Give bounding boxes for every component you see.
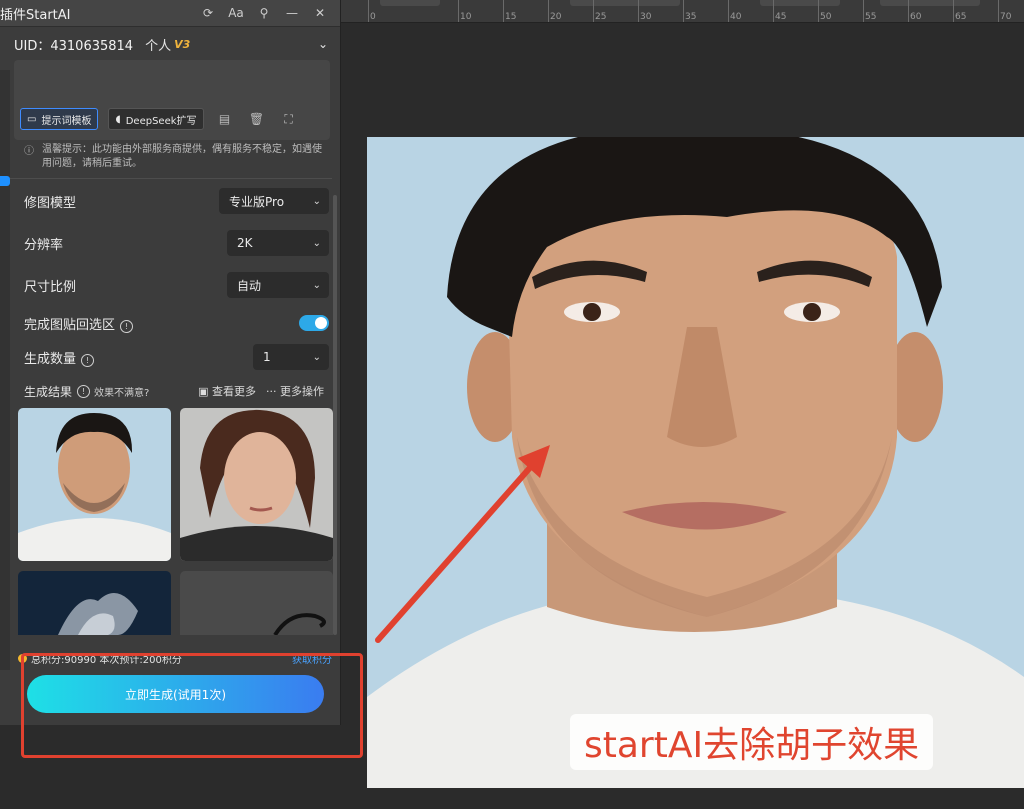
- model-select[interactable]: 专业版Pro ⌄: [219, 188, 329, 214]
- side-rail-indicator: [0, 176, 10, 186]
- result-thumbnail[interactable]: [180, 571, 333, 635]
- chevron-down-icon[interactable]: ⌄: [318, 37, 328, 51]
- count-select[interactable]: 1 ⌄: [253, 344, 329, 370]
- side-rail: [0, 70, 10, 670]
- whale-icon: ◖: [115, 113, 121, 125]
- info-icon[interactable]: !: [77, 384, 91, 398]
- uid-text: UID：4310635814: [14, 38, 134, 54]
- resolution-row: 分辨率 2K ⌄: [24, 229, 329, 257]
- pin-icon[interactable]: ⚲: [250, 6, 278, 20]
- view-more-button[interactable]: ▣ 查看更多: [198, 383, 256, 399]
- unsatisfied-link[interactable]: 效果不满意?: [94, 384, 149, 399]
- paste-back-label: 完成图贴回选区!: [24, 314, 299, 333]
- result-thumbnail[interactable]: [18, 408, 171, 561]
- chevron-down-icon: ⌄: [312, 279, 321, 291]
- ruler-tick: 15: [502, 0, 517, 22]
- panel-scrollbar[interactable]: [333, 195, 337, 635]
- deepseek-expand-button[interactable]: ◖ DeepSeek扩写: [108, 108, 204, 130]
- ruler-tick: 55: [862, 0, 877, 22]
- ruler-tick: 35: [682, 0, 697, 22]
- history-icon[interactable]: ▤: [214, 112, 236, 126]
- ruler-tick: 30: [637, 0, 652, 22]
- ruler-tick: 50: [817, 0, 832, 22]
- plugin-panel: 插件StartAI ⟳ Aa ⚲ — ✕ UID：4310635814 个人 V…: [0, 0, 341, 725]
- ellipsis-icon: ···: [266, 385, 280, 398]
- info-circle-icon: ⓘ: [24, 146, 34, 157]
- refresh-icon[interactable]: ⟳: [194, 6, 222, 20]
- resolution-select[interactable]: 2K ⌄: [227, 230, 329, 256]
- horizontal-ruler: 0 10 15 20 25 30 35 40 45 50 55 60 65 70: [340, 0, 1024, 23]
- more-actions-button[interactable]: ··· 更多操作: [266, 383, 324, 399]
- panel-titlebar: 插件StartAI ⟳ Aa ⚲ — ✕: [0, 0, 340, 27]
- info-icon[interactable]: !: [120, 319, 134, 333]
- more-actions-label: 更多操作: [280, 385, 324, 398]
- account-row[interactable]: UID：4310635814 个人 V3 ⌄: [0, 27, 340, 61]
- ruler-tick: 10: [457, 0, 472, 22]
- notice-text: 温馨提示：此功能由外部服务商提供，偶有服务不稳定，如遇使用问题，请稍后重试。: [42, 144, 322, 169]
- book-icon: ▭: [27, 113, 37, 125]
- info-icon[interactable]: !: [81, 353, 95, 367]
- ruler-tick: 20: [547, 0, 562, 22]
- resolution-label: 分辨率: [24, 237, 64, 253]
- deepseek-label: DeepSeek扩写: [125, 115, 197, 127]
- aspect-label: 尺寸比例: [24, 279, 77, 295]
- aspect-value: 自动: [237, 278, 262, 293]
- aspect-select[interactable]: 自动 ⌄: [227, 272, 329, 298]
- paste-back-toggle[interactable]: [299, 315, 329, 331]
- count-value: 1: [263, 350, 271, 364]
- model-label: 修图模型: [24, 195, 77, 211]
- aspect-row: 尺寸比例 自动 ⌄: [24, 271, 329, 299]
- account-type: 个人: [145, 38, 172, 54]
- resolution-value: 2K: [237, 236, 253, 250]
- paste-back-text: 完成图贴回选区: [24, 317, 116, 333]
- font-size-icon[interactable]: Aa: [222, 6, 250, 20]
- trash-icon[interactable]: 🗑: [246, 112, 268, 126]
- document-tabs[interactable]: [340, 0, 1024, 6]
- ruler-tick: 0: [368, 0, 376, 22]
- fullscreen-icon[interactable]: ⛶: [278, 112, 300, 127]
- highlight-rectangle: [21, 653, 363, 758]
- count-label-wrap: 生成数量!: [24, 348, 253, 367]
- count-row: 生成数量! 1 ⌄: [24, 343, 329, 371]
- result-thumbnail[interactable]: [180, 408, 333, 561]
- result-thumbnail[interactable]: [18, 571, 171, 635]
- count-label: 生成数量: [24, 351, 77, 367]
- prompt-template-button[interactable]: ▭ 提示词模板: [20, 108, 99, 130]
- divider: [10, 178, 332, 179]
- panel-title: 插件StartAI: [0, 7, 71, 23]
- results-label: 生成结果: [24, 384, 73, 399]
- close-icon[interactable]: ✕: [306, 6, 334, 20]
- prompt-toolbar: ▭ 提示词模板 ◖ DeepSeek扩写 ▤ 🗑 ⛶: [20, 108, 300, 130]
- paste-back-row: 完成图贴回选区!: [24, 309, 329, 337]
- ruler-tick: 25: [592, 0, 607, 22]
- chevron-down-icon: ⌄: [312, 237, 321, 249]
- ruler-tick: 70: [997, 0, 1012, 22]
- prompt-template-label: 提示词模板: [41, 115, 92, 127]
- ruler-tick: 40: [727, 0, 742, 22]
- effect-caption: startAI去除胡子效果: [570, 714, 934, 770]
- view-more-label: 查看更多: [212, 385, 256, 398]
- chevron-down-icon: ⌄: [312, 351, 321, 363]
- model-value: 专业版Pro: [229, 194, 285, 209]
- ruler-tick: 60: [907, 0, 922, 22]
- notice-text-block: ⓘ 温馨提示：此功能由外部服务商提供，偶有服务不稳定，如遇使用问题，请稍后重试。: [24, 143, 322, 171]
- results-header: 生成结果 ! 效果不满意? ▣ 查看更多 ··· 更多操作: [24, 382, 324, 400]
- image-icon: ▣: [198, 385, 212, 398]
- ruler-tick: 65: [952, 0, 967, 22]
- version-badge: V3: [174, 37, 191, 51]
- ruler-tick: 45: [772, 0, 787, 22]
- chevron-down-icon: ⌄: [312, 195, 321, 207]
- model-row: 修图模型 专业版Pro ⌄: [24, 187, 329, 215]
- red-arrow-icon: [375, 445, 550, 643]
- minimize-icon[interactable]: —: [278, 6, 306, 20]
